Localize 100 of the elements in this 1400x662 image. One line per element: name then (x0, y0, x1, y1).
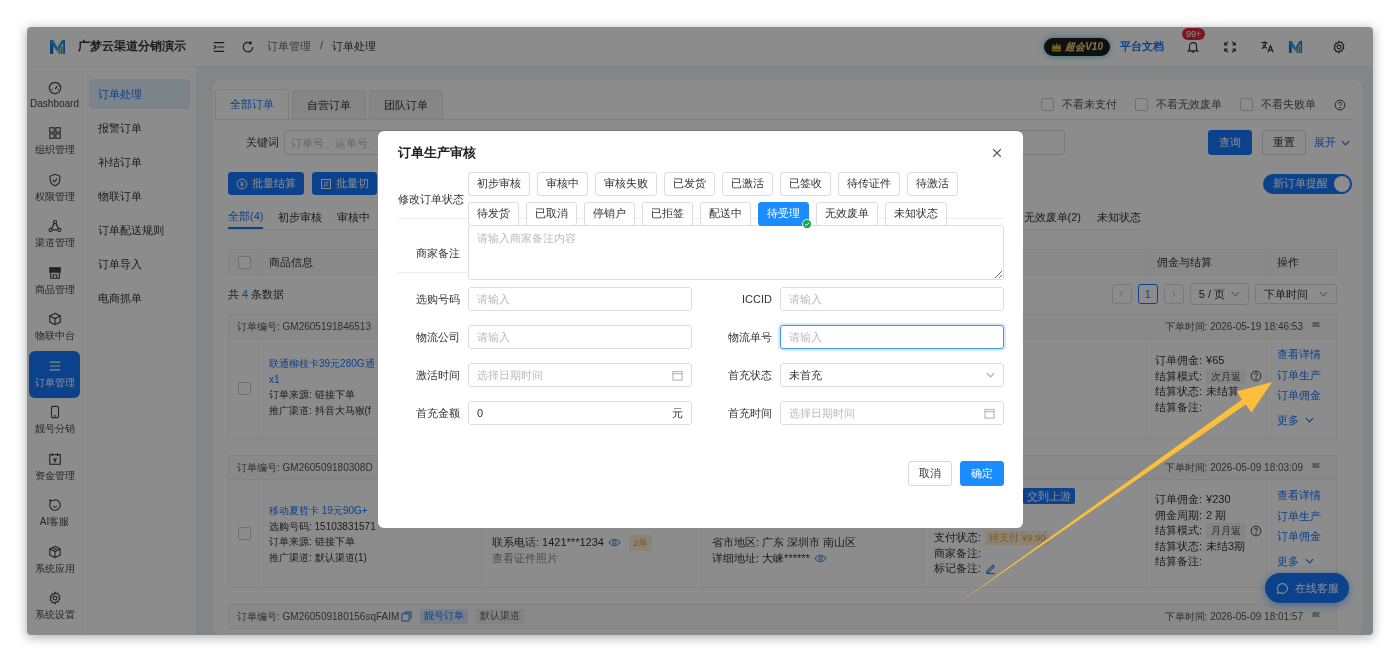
cancel-button[interactable]: 取消 (908, 461, 952, 486)
action-link[interactable]: 订单佣金 (1277, 388, 1321, 404)
submenu-item[interactable]: 物联订单 (89, 181, 190, 211)
status-tab[interactable]: 无效废单(2) (1023, 205, 1081, 229)
status-option[interactable]: 已发货 (664, 171, 715, 196)
status-option[interactable]: 待激活 (907, 171, 958, 196)
submenu-item[interactable]: 订单处理 (89, 79, 190, 109)
status-option[interactable]: 审核失败 (595, 171, 657, 196)
status-tab[interactable]: 初步审核 (278, 205, 323, 229)
confirm-button[interactable]: 确定 (960, 461, 1004, 486)
breadcrumb-item[interactable]: 订单管理 (267, 39, 311, 54)
order-detail-text: 选购号码: 15103831571 (269, 519, 376, 534)
chevron-down-icon (1319, 291, 1328, 297)
product-link[interactable]: 联通柳枝卡39元280G通 (269, 356, 375, 372)
status-option[interactable]: 未知状态 (885, 201, 947, 226)
status-option[interactable]: 无效废单 (816, 201, 878, 226)
status-option[interactable]: 待传证件 (838, 171, 900, 196)
checkbox[interactable] (1041, 98, 1054, 111)
checkbox-label[interactable]: 不看未支付 (1062, 97, 1117, 112)
status-option[interactable]: 已拒签 (642, 201, 693, 226)
more-link[interactable]: 更多 (1277, 412, 1314, 428)
next-page-button[interactable] (1163, 284, 1184, 304)
submenu-item[interactable]: 电商抓单 (89, 283, 190, 313)
amount-field[interactable]: 0 元 (468, 401, 692, 425)
nav-item[interactable]: 物联中台 (29, 304, 80, 351)
copy-icon[interactable] (401, 611, 413, 622)
eye-icon[interactable] (813, 553, 827, 563)
checkbox[interactable] (1135, 98, 1148, 111)
vip-badge[interactable]: 超会V10 (1044, 37, 1110, 56)
action-link[interactable]: 查看详情 (1277, 488, 1321, 504)
nav-item[interactable]: 渠道管理 (29, 211, 80, 258)
submenu-item[interactable]: 补结订单 (89, 147, 190, 177)
checkbox[interactable] (238, 382, 251, 395)
status-option[interactable]: 待发货 (468, 201, 519, 226)
reset-button[interactable]: 重置 (1262, 130, 1306, 155)
batch-button[interactable]: 批量切 (312, 172, 377, 195)
prev-page-button[interactable] (1111, 284, 1132, 304)
fullscreen-icon[interactable] (1223, 39, 1237, 54)
checkbox[interactable] (238, 255, 251, 269)
checkbox-label[interactable]: 不看无效废单 (1156, 97, 1222, 112)
field-label: 关键词 (246, 135, 280, 150)
nav-item[interactable]: 权限管理 (29, 165, 80, 212)
menu-icon[interactable] (212, 39, 226, 54)
support-chat-button[interactable]: 在线客服 (1265, 573, 1349, 603)
status-option[interactable]: 已取消 (526, 201, 577, 226)
status-option[interactable]: 已签收 (780, 171, 831, 196)
status-option[interactable]: 配送中 (700, 201, 751, 226)
nav-item[interactable]: AI客服 (29, 490, 80, 537)
checkbox-label[interactable]: 不看失败单 (1261, 97, 1316, 112)
eye-icon[interactable] (607, 538, 621, 548)
tab[interactable]: 自营订单 (292, 90, 366, 119)
sort-select[interactable]: 下单时间 (1255, 284, 1337, 304)
status-option[interactable]: 初步审核 (468, 171, 530, 196)
nav-item[interactable]: 商品管理 (29, 258, 80, 305)
docs-link[interactable]: 平台文档 (1120, 39, 1164, 54)
close-icon[interactable] (992, 148, 1002, 158)
toggle-switch[interactable]: 新订单提醒 (1263, 173, 1352, 194)
nav-item[interactable]: 系统设置 (29, 583, 80, 630)
select-field[interactable]: 未首充 (780, 363, 1004, 387)
edit-icon[interactable] (985, 563, 997, 575)
phone-text: 联系电话: 1421***1234 (492, 535, 604, 550)
nav-item[interactable]: 资金管理 (29, 444, 80, 491)
action-link[interactable]: 查看详情 (1277, 347, 1321, 363)
status-tab[interactable]: 全部(4) (228, 205, 264, 229)
checkbox[interactable] (1240, 98, 1253, 111)
breadcrumb-item[interactable]: 订单处理 (332, 39, 377, 54)
nav-item[interactable]: 靓号分销 (29, 397, 80, 444)
status-option[interactable]: 待受理 (758, 201, 809, 226)
bell-icon[interactable] (1186, 39, 1200, 54)
more-link[interactable]: 更多 (1277, 553, 1314, 569)
status-option[interactable]: 已激活 (722, 171, 773, 196)
action-link[interactable]: 订单佣金 (1277, 529, 1321, 545)
status-tab[interactable]: 审核中 (337, 205, 371, 229)
submenu-item[interactable]: 报警订单 (89, 113, 190, 143)
refresh-icon[interactable] (241, 39, 255, 54)
status-tab[interactable]: 未知状态 (1097, 205, 1141, 229)
settlement-tag: 次月返 (1206, 368, 1247, 384)
translate-icon[interactable] (1260, 39, 1274, 54)
note-field[interactable]: 请输入商家备注内容 (468, 225, 1004, 280)
commission-label: 结算模式: (1155, 523, 1203, 538)
nav-item[interactable]: 系统应用 (29, 537, 80, 584)
nav-item[interactable]: Dashboard (29, 72, 80, 119)
page-size-select[interactable]: 5 / 页 (1189, 283, 1249, 305)
batch-button[interactable]: 批量结算 (228, 172, 304, 195)
input-field[interactable]: 请输入 (780, 325, 1004, 349)
action-link[interactable]: 订单生产 (1277, 508, 1321, 524)
query-button[interactable]: 查询 (1208, 130, 1252, 155)
product-link[interactable]: 移动夏哲卡 19元90G+ (269, 503, 368, 519)
nav-item[interactable]: 订单管理 (29, 351, 80, 398)
checkbox[interactable] (238, 527, 251, 540)
status-option[interactable]: 审核中 (537, 171, 588, 196)
action-link[interactable]: 订单生产 (1277, 367, 1321, 383)
submenu-item[interactable]: 订单导入 (89, 249, 190, 279)
page-button[interactable]: 1 (1137, 284, 1158, 304)
tab[interactable]: 团队订单 (369, 90, 443, 119)
expand-link[interactable]: 展开 (1314, 135, 1350, 150)
nav-item[interactable]: 组织管理 (29, 118, 80, 165)
tab[interactable]: 全部订单 (215, 89, 289, 119)
status-option[interactable]: 停销户 (584, 201, 635, 226)
submenu-item[interactable]: 订单配送规则 (89, 215, 190, 245)
